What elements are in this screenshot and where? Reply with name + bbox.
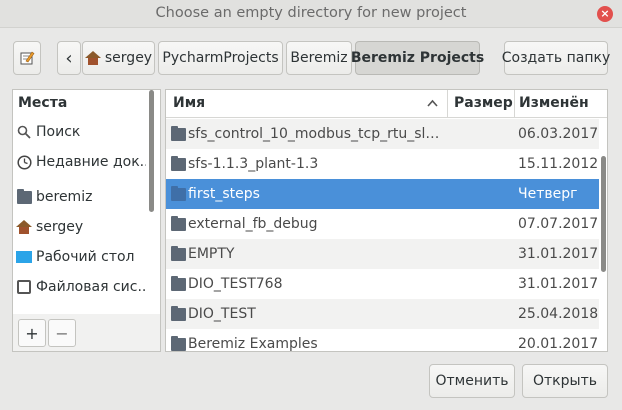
folder-icon (171, 306, 186, 321)
folder-icon (171, 186, 186, 201)
file-row[interactable]: EMPTY 31.01.2017 (166, 239, 599, 269)
file-name: Beremiz Examples (188, 336, 318, 352)
open-button[interactable]: Открыть (522, 364, 608, 398)
sort-ascending-icon (427, 99, 438, 107)
file-modified: 06.03.2017 (518, 126, 599, 142)
place-label: Файловая сис... (36, 279, 146, 295)
title-bar: Choose an empty directory for new projec… (0, 0, 622, 28)
crumb-label: PycharmProjects (162, 50, 279, 66)
places-header: Места (18, 95, 68, 111)
column-size-header[interactable]: Размер (448, 90, 514, 118)
desktop-icon (16, 249, 32, 265)
crumb-beremiz-projects[interactable]: Beremiz Projects (351, 41, 484, 75)
file-row[interactable]: external_fb_debug 07.07.2017 (166, 209, 599, 239)
file-name: DIO_TEST768 (188, 276, 283, 292)
remove-place-button[interactable]: − (48, 319, 76, 347)
sidebar-footer: + − (12, 314, 161, 352)
file-row[interactable]: DIO_TEST768 31.01.2017 (166, 269, 599, 299)
place-label: sergey (36, 219, 84, 235)
file-list-header: Имя Размер Изменён (166, 90, 607, 118)
file-modified: Четверг (518, 186, 578, 202)
file-name: sfs-1.1.3_plant-1.3 (188, 156, 319, 172)
crumb-label: Beremiz Projects (350, 50, 485, 66)
file-name: external_fb_debug (188, 216, 318, 232)
crumb-pycharmprojects[interactable]: PycharmProjects (158, 41, 283, 75)
folder-icon (171, 276, 186, 291)
place-desktop[interactable]: Рабочий стол (16, 245, 146, 269)
file-name: EMPTY (188, 246, 235, 262)
create-folder-button[interactable]: Создать папку (502, 41, 610, 75)
close-button[interactable]: × (597, 6, 613, 22)
file-modified: 31.01.2017 (518, 246, 599, 262)
crumb-label: sergey (104, 50, 153, 66)
clock-icon (16, 154, 32, 170)
chevron-left-icon: ‹ (65, 47, 73, 69)
edit-location-icon (20, 51, 35, 65)
home-icon (84, 51, 101, 65)
add-place-button[interactable]: + (18, 319, 46, 347)
home-icon (16, 219, 32, 235)
file-row[interactable]: Beremiz Examples 20.01.2017 (166, 329, 599, 352)
column-modified-header[interactable]: Изменён (515, 90, 607, 118)
folder-icon (171, 246, 186, 261)
place-label: Поиск (36, 124, 81, 140)
sidebar-scrollbar[interactable] (149, 90, 154, 212)
folder-icon (171, 216, 186, 231)
place-label: Недавние док... (36, 154, 146, 170)
folder-icon (171, 156, 186, 171)
place-label: beremiz (36, 189, 93, 205)
file-name: first_steps (188, 186, 260, 202)
pane-divider[interactable] (160, 40, 164, 352)
place-home[interactable]: sergey (16, 215, 146, 239)
cancel-button[interactable]: Отменить (429, 364, 515, 398)
file-list: Имя Размер Изменён sfs_control_10_modbus… (165, 89, 608, 352)
file-row[interactable]: sfs_control_10_modbus_tcp_rtu_slav... 06… (166, 119, 599, 149)
folder-icon (171, 126, 186, 141)
dialog-title: Choose an empty directory for new projec… (155, 5, 467, 21)
edit-location-button[interactable] (13, 41, 41, 75)
crumb-beremiz[interactable]: Beremiz (286, 41, 352, 75)
crumb-label: Beremiz (290, 50, 348, 66)
file-modified: 31.01.2017 (518, 276, 599, 292)
filesystem-icon (16, 279, 32, 295)
file-modified: 07.07.2017 (518, 216, 599, 232)
places-sidebar: Места Поиск Недавние док... beremiz serg… (12, 89, 161, 315)
file-row[interactable]: sfs-1.1.3_plant-1.3 15.11.2012 (166, 149, 599, 179)
file-modified: 15.11.2012 (518, 156, 599, 172)
place-label: Рабочий стол (36, 249, 135, 265)
folder-icon (16, 188, 32, 205)
path-back-button[interactable]: ‹ (57, 41, 81, 75)
file-name: sfs_control_10_modbus_tcp_rtu_slav... (188, 126, 446, 142)
file-name: DIO_TEST (188, 306, 256, 322)
file-modified: 25.04.2018 (518, 306, 599, 322)
folder-icon (171, 336, 186, 351)
file-row-selected[interactable]: first_steps Четверг (166, 179, 599, 209)
crumb-sergey[interactable]: sergey (82, 41, 155, 75)
place-beremiz[interactable]: beremiz (16, 185, 146, 209)
file-list-scrollbar[interactable] (601, 156, 606, 272)
place-recent[interactable]: Недавние док... (16, 150, 146, 174)
place-search[interactable]: Поиск (16, 120, 146, 144)
search-icon (16, 124, 32, 140)
place-filesystem[interactable]: Файловая сис... (16, 275, 146, 299)
file-row[interactable]: DIO_TEST 25.04.2018 (166, 299, 599, 329)
file-modified: 20.01.2017 (518, 336, 599, 352)
column-name-header[interactable]: Имя (166, 90, 447, 118)
